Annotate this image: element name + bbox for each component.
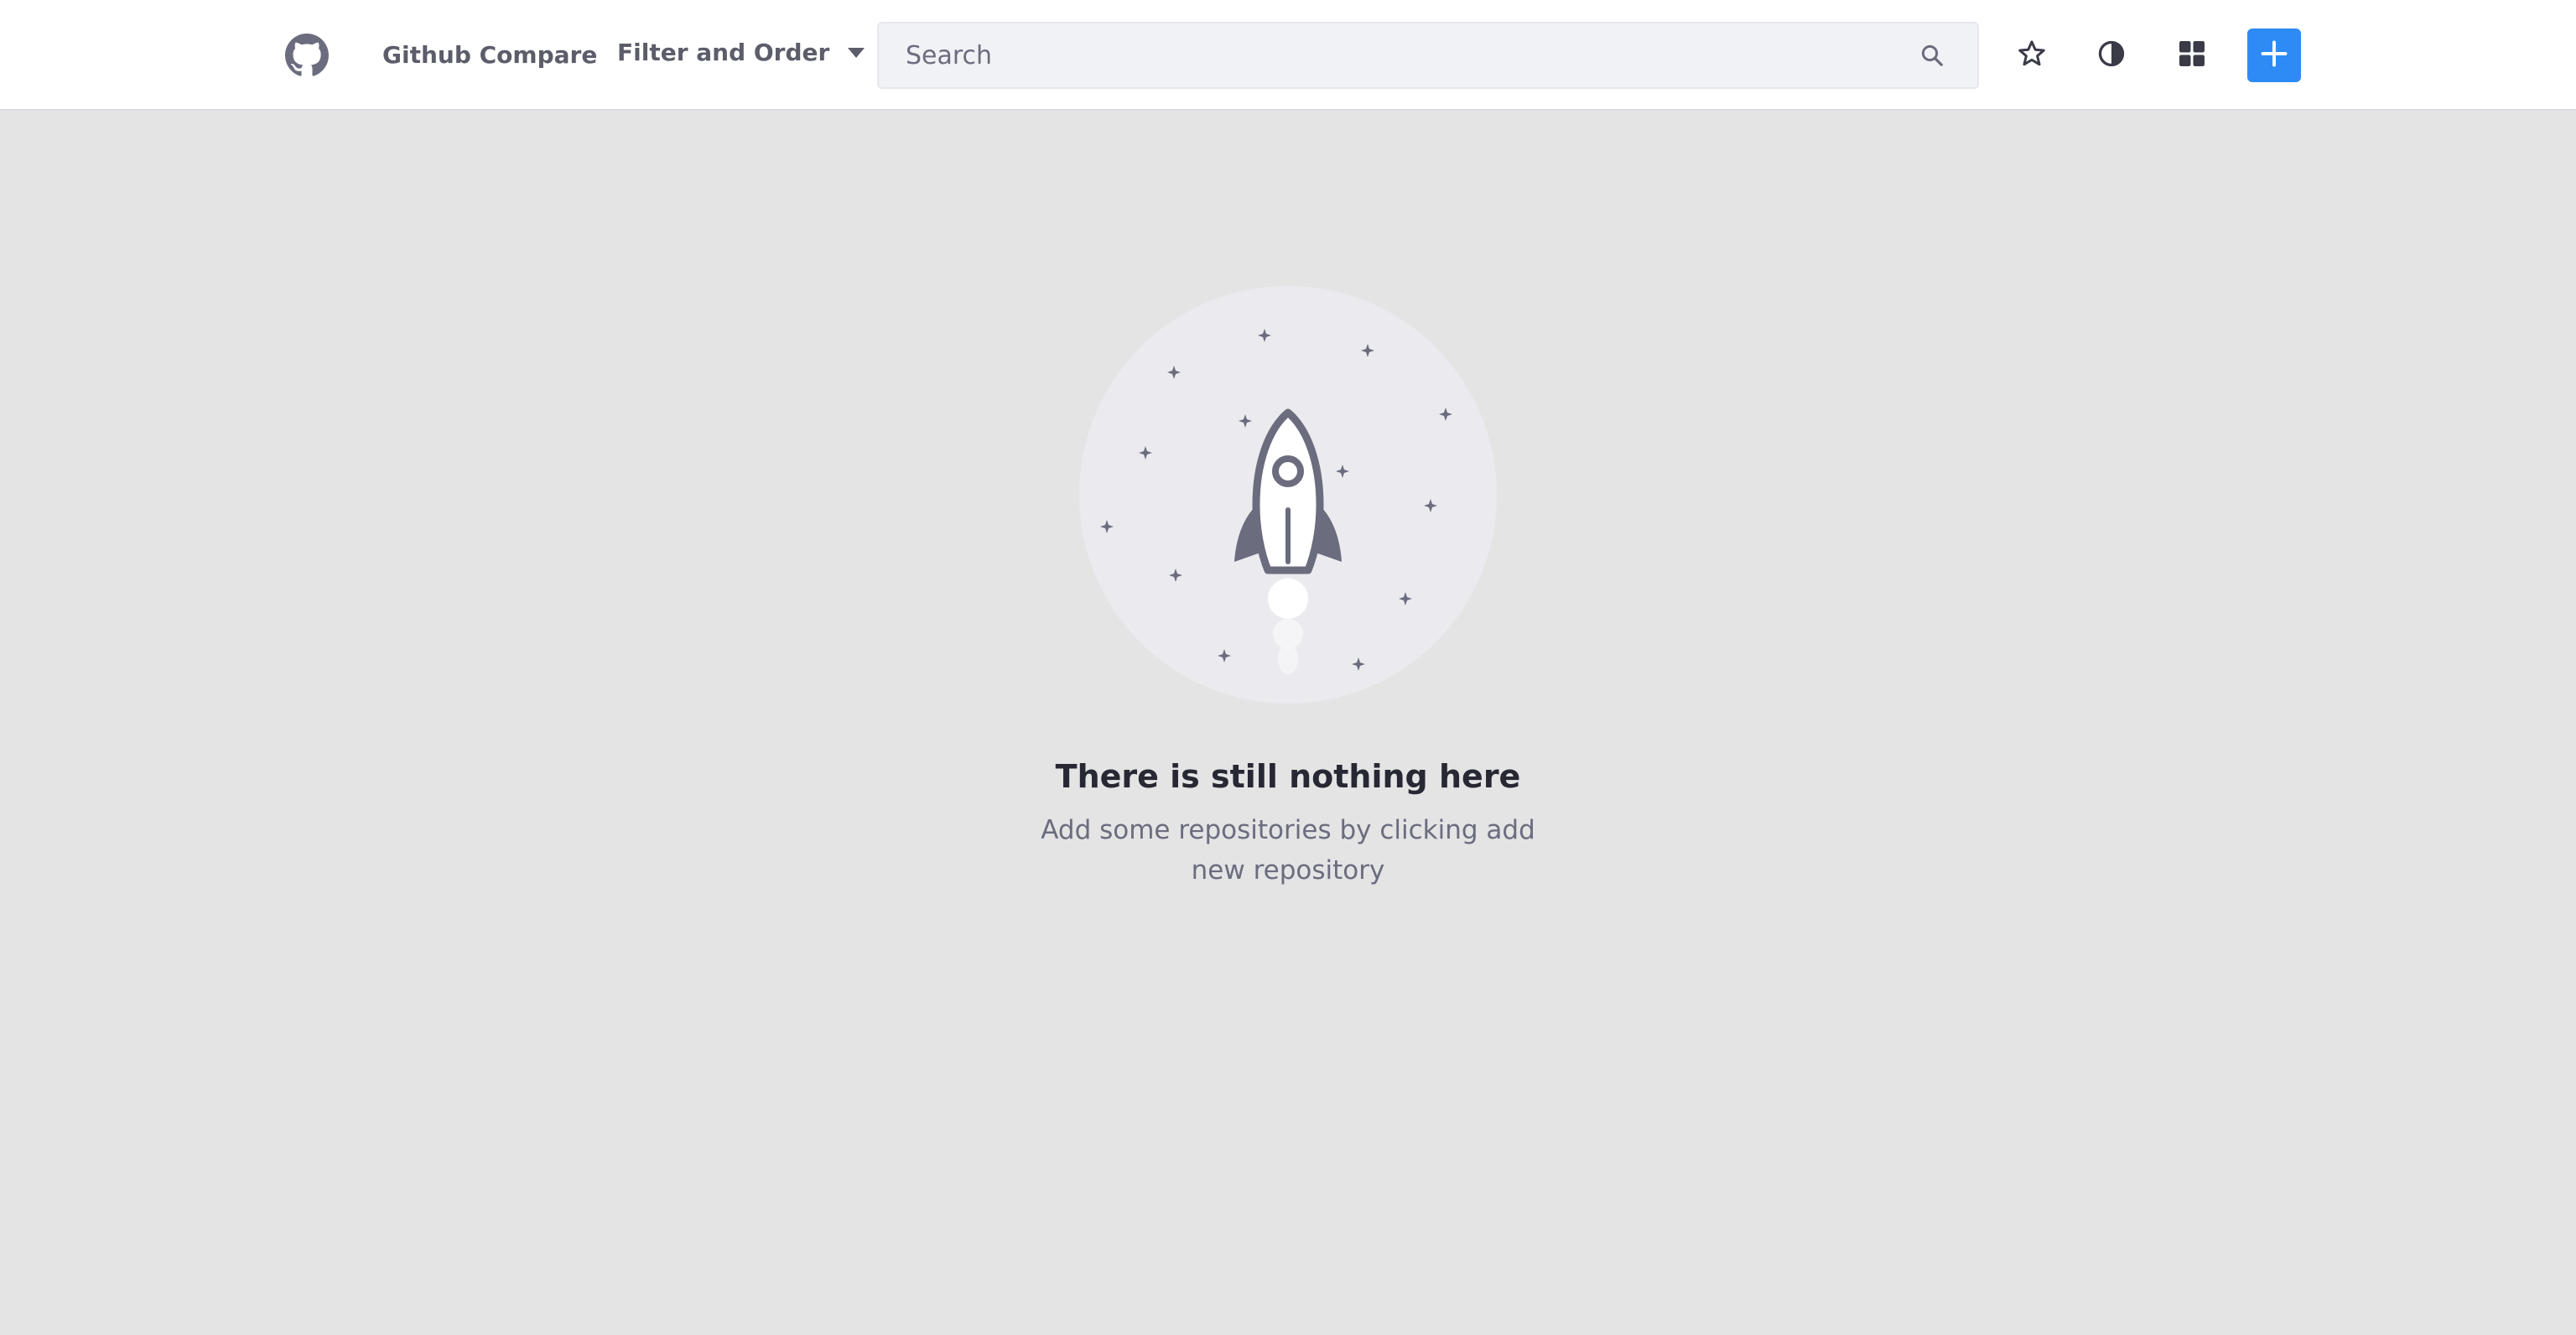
app-title[interactable]: Github Compare xyxy=(382,40,597,70)
plus-icon xyxy=(2259,39,2289,72)
add-repository-button[interactable] xyxy=(2247,29,2301,82)
search-bar xyxy=(877,22,1979,89)
view-toggle-button[interactable] xyxy=(2168,32,2215,79)
github-icon[interactable] xyxy=(285,34,329,77)
rocket-icon xyxy=(1079,286,1497,704)
search-icon[interactable] xyxy=(1917,40,1947,70)
star-icon xyxy=(2017,39,2047,72)
caret-down-icon xyxy=(848,48,865,58)
filter-dropdown-label: Filter and Order xyxy=(617,38,830,66)
favorites-button[interactable] xyxy=(2008,32,2055,79)
top-navbar: Github Compare Filter and Order xyxy=(0,0,2576,111)
empty-state-title: There is still nothing here xyxy=(1055,758,1521,795)
filter-and-order-dropdown[interactable]: Filter and Order xyxy=(617,35,865,69)
theme-toggle-button[interactable] xyxy=(2088,32,2135,79)
empty-state-description: Add some repositories by clicking add ne… xyxy=(1041,815,1535,886)
search-input[interactable] xyxy=(879,23,1917,87)
empty-state: There is still nothing here Add some rep… xyxy=(953,285,1623,891)
contrast-icon xyxy=(2096,39,2127,72)
grid-icon xyxy=(2177,39,2207,72)
